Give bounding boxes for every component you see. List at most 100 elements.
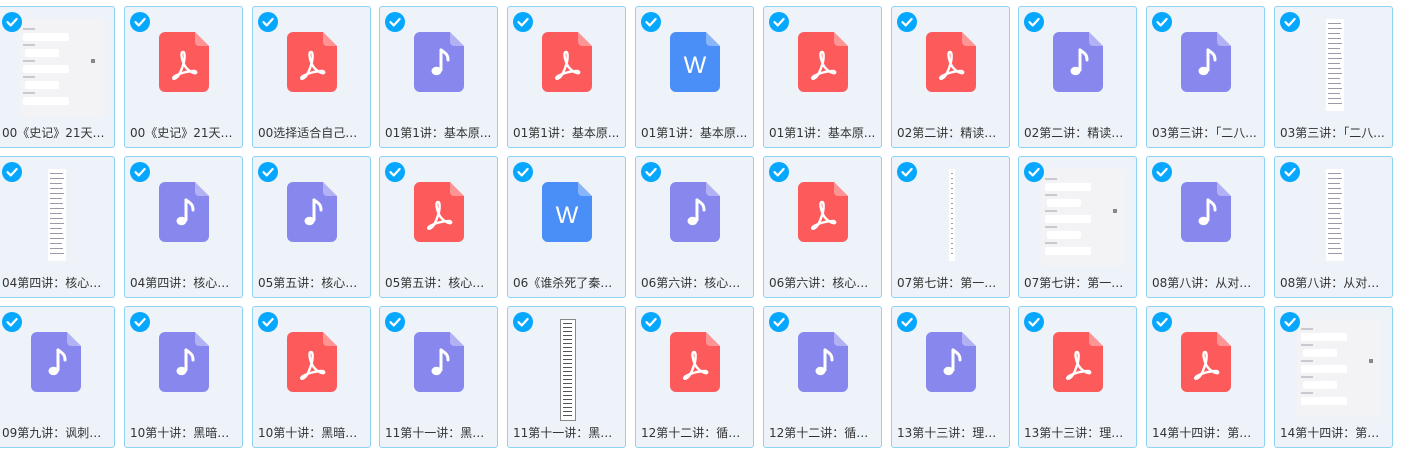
file-name: 13第十三讲：理解... <box>897 426 1005 440</box>
selected-check-icon[interactable] <box>1280 312 1300 332</box>
selected-check-icon[interactable] <box>258 12 278 32</box>
file-tile[interactable]: 05第五讲：核心论... <box>379 156 498 298</box>
selected-check-icon[interactable] <box>1024 12 1044 32</box>
selected-check-icon[interactable] <box>2 12 22 32</box>
selected-check-icon[interactable] <box>1152 12 1172 32</box>
selected-check-icon[interactable] <box>513 12 533 32</box>
file-name: 01第1讲：基本原... <box>641 126 748 140</box>
file-tile[interactable]: 01第1讲：基本原... <box>763 6 882 148</box>
file-tile[interactable]: 08第八讲：从对手... <box>1274 156 1393 298</box>
file-name: 02第二讲：精读的... <box>1024 126 1132 140</box>
file-tile[interactable]: 02第二讲：精读的... <box>891 6 1010 148</box>
file-name: 06第六讲：核心论... <box>769 276 877 290</box>
selected-check-icon[interactable] <box>897 312 917 332</box>
selected-check-icon[interactable] <box>641 12 661 32</box>
file-tile[interactable]: 10第十讲：黑暗森... <box>124 306 243 448</box>
pdf-icon <box>413 182 464 242</box>
file-tile[interactable]: 06第六讲：核心论... <box>635 156 754 298</box>
file-name: 08第八讲：从对手... <box>1280 276 1388 290</box>
selected-check-icon[interactable] <box>641 162 661 182</box>
file-tile[interactable]: 02第二讲：精读的... <box>1018 6 1137 148</box>
file-tile[interactable]: 13第十三讲：理解... <box>891 306 1010 448</box>
selected-check-icon[interactable] <box>385 162 405 182</box>
selected-check-icon[interactable] <box>130 162 150 182</box>
file-tile[interactable]: 01第1讲：基本原... <box>507 6 626 148</box>
file-tile[interactable]: 10第十讲：黑暗森... <box>252 306 371 448</box>
selected-check-icon[interactable] <box>385 312 405 332</box>
file-tile[interactable]: 12第十二讲：循吏... <box>635 306 754 448</box>
selected-check-icon[interactable] <box>130 12 150 32</box>
file-tile[interactable]: W 01第1讲：基本原... <box>635 6 754 148</box>
file-name: 14第十四讲：第二... <box>1152 426 1260 440</box>
selected-check-icon[interactable] <box>130 312 150 332</box>
pdf-icon <box>286 332 337 392</box>
file-tile[interactable]: 08第八讲：从对手... <box>1146 156 1265 298</box>
selected-check-icon[interactable] <box>1152 162 1172 182</box>
file-tile[interactable]: 09第九讲：讽刺系... <box>0 306 115 448</box>
selected-check-icon[interactable] <box>897 12 917 32</box>
file-name: 07第七讲：第一周... <box>897 276 1005 290</box>
file-tile[interactable]: 04第四讲：核心论... <box>124 156 243 298</box>
file-tile[interactable]: 14第十四讲：第二... <box>1146 306 1265 448</box>
file-name: 13第十三讲：理解... <box>1024 426 1132 440</box>
image-thumbnail <box>560 319 576 421</box>
file-tile[interactable]: 04第四讲：核心论... <box>0 156 115 298</box>
selected-check-icon[interactable] <box>1024 312 1044 332</box>
audio-file-icon <box>158 182 209 242</box>
file-tile[interactable]: 05第五讲：核心论... <box>252 156 371 298</box>
selected-check-icon[interactable] <box>385 12 405 32</box>
image-thumbnail <box>949 169 955 261</box>
selected-check-icon[interactable] <box>769 312 789 332</box>
file-name: 08第八讲：从对手... <box>1152 276 1260 290</box>
word-doc-icon: W <box>541 182 592 242</box>
selected-check-icon[interactable] <box>513 312 533 332</box>
file-tile[interactable]: 12第十二讲：循吏... <box>763 306 882 448</box>
file-name: 05第五讲：核心论... <box>258 276 366 290</box>
pdf-icon <box>541 32 592 92</box>
file-tile[interactable]: 00《史记》21天精... <box>0 6 115 148</box>
file-name: 00《史记》21天精... <box>2 126 110 140</box>
file-tile[interactable]: 00《史记》21天精... <box>124 6 243 148</box>
file-tile[interactable]: 00选择适合自己的... <box>252 6 371 148</box>
file-tile[interactable]: W 06《谁杀死了秦帝... <box>507 156 626 298</box>
selected-check-icon[interactable] <box>258 162 278 182</box>
selected-check-icon[interactable] <box>1280 162 1300 182</box>
selected-check-icon[interactable] <box>769 162 789 182</box>
file-tile[interactable]: 11第十一讲：黑暗... <box>507 306 626 448</box>
file-tile[interactable]: 03第三讲：「二八... <box>1146 6 1265 148</box>
selected-check-icon[interactable] <box>1280 12 1300 32</box>
audio-file-icon <box>413 32 464 92</box>
file-name: 10第十讲：黑暗森... <box>258 426 366 440</box>
selected-check-icon[interactable] <box>1024 162 1044 182</box>
file-tile[interactable]: 07第七讲：第一周... <box>1018 156 1137 298</box>
file-name: 10第十讲：黑暗森... <box>130 426 238 440</box>
file-tile[interactable]: 13第十三讲：理解... <box>1018 306 1137 448</box>
selected-check-icon[interactable] <box>1152 312 1172 332</box>
image-thumbnail <box>1041 169 1125 267</box>
audio-file-icon <box>669 182 720 242</box>
file-name: 01第1讲：基本原... <box>513 126 620 140</box>
image-thumbnail <box>1297 319 1381 417</box>
file-tile[interactable]: 06第六讲：核心论... <box>763 156 882 298</box>
file-tile[interactable]: 07第七讲：第一周... <box>891 156 1010 298</box>
audio-file-icon <box>158 332 209 392</box>
file-name: 04第四讲：核心论... <box>130 276 238 290</box>
file-tile[interactable]: 11第十一讲：黑暗... <box>379 306 498 448</box>
file-name: 04第四讲：核心论... <box>2 276 110 290</box>
audio-file-icon <box>1052 32 1103 92</box>
file-tile[interactable]: 14第十四讲：第二... <box>1274 306 1393 448</box>
selected-check-icon[interactable] <box>513 162 533 182</box>
selected-check-icon[interactable] <box>2 162 22 182</box>
selected-check-icon[interactable] <box>2 312 22 332</box>
selected-check-icon[interactable] <box>897 162 917 182</box>
selected-check-icon[interactable] <box>769 12 789 32</box>
file-tile[interactable]: 03第三讲：「二八... <box>1274 6 1393 148</box>
file-name: 00《史记》21天精... <box>130 126 238 140</box>
file-name: 14第十四讲：第二... <box>1280 426 1388 440</box>
image-thumbnail <box>48 169 66 261</box>
selected-check-icon[interactable] <box>258 312 278 332</box>
audio-file-icon <box>413 332 464 392</box>
file-tile[interactable]: 01第1讲：基本原... <box>379 6 498 148</box>
file-name: 07第七讲：第一周... <box>1024 276 1132 290</box>
selected-check-icon[interactable] <box>641 312 661 332</box>
